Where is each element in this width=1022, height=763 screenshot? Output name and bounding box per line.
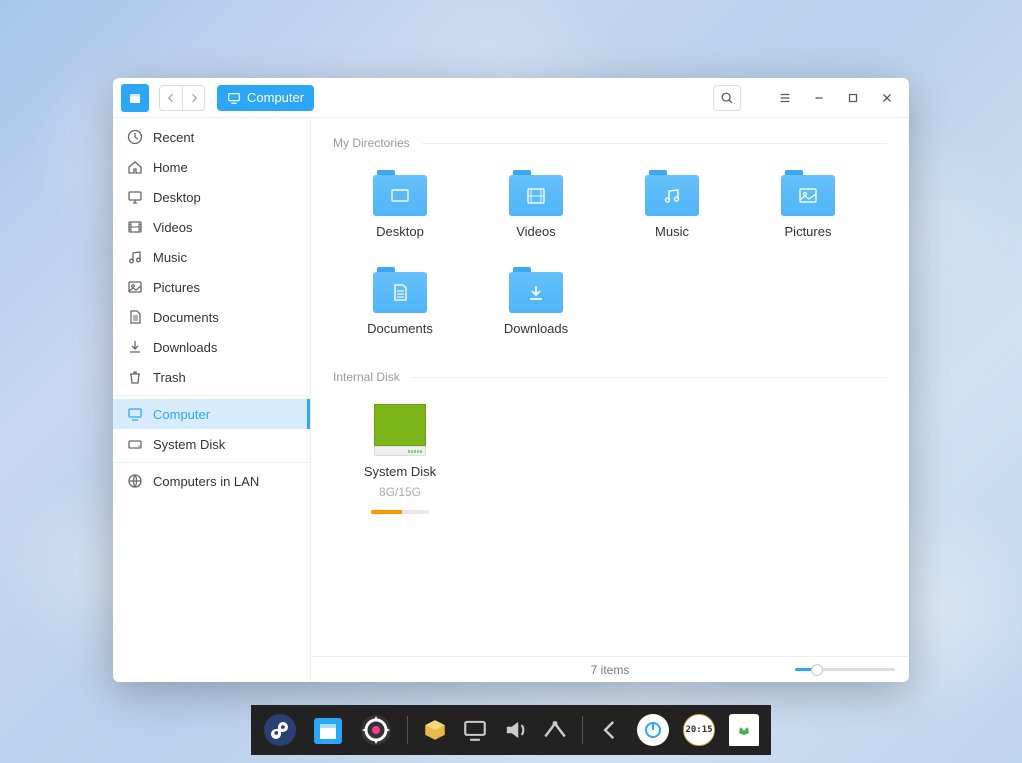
status-bar: 7 items [311, 656, 909, 682]
dock-tray-expand[interactable] [597, 717, 623, 743]
folder-documents[interactable]: Documents [333, 261, 467, 342]
app-icon [121, 84, 149, 112]
sidebar-item-recent[interactable]: Recent [113, 122, 310, 152]
dock-tray-package[interactable] [422, 717, 448, 743]
clock-icon [127, 129, 143, 145]
close-button[interactable] [873, 85, 901, 111]
folder-icon [509, 170, 563, 216]
back-button[interactable] [160, 86, 182, 110]
sidebar-item-label: Recent [153, 130, 194, 145]
sidebar-item-label: Computers in LAN [153, 474, 259, 489]
disk-icon [127, 436, 143, 452]
item-label: Videos [516, 224, 556, 239]
computer-icon [127, 406, 143, 422]
folder-desktop[interactable]: Desktop [333, 164, 467, 245]
sidebar-item-trash[interactable]: Trash [113, 362, 310, 392]
music-icon [127, 249, 143, 265]
dock-power[interactable] [637, 714, 669, 746]
folder-icon [373, 267, 427, 313]
zoom-slider[interactable] [795, 668, 895, 671]
folder-downloads[interactable]: Downloads [469, 261, 603, 342]
disk-usage-bar [371, 510, 429, 514]
item-label: System Disk [364, 464, 436, 479]
sidebar-item-pictures[interactable]: Pictures [113, 272, 310, 302]
sidebar-item-label: Computer [153, 407, 210, 422]
network-icon [127, 473, 143, 489]
desktop-icon [127, 189, 143, 205]
sidebar-item-computer[interactable]: Computer [113, 399, 310, 429]
dock-trash[interactable] [729, 714, 759, 746]
sidebar-item-downloads[interactable]: Downloads [113, 332, 310, 362]
search-button[interactable] [713, 85, 741, 111]
folder-icon [509, 267, 563, 313]
dock-tray-desktop[interactable] [462, 717, 488, 743]
sidebar-item-label: Pictures [153, 280, 200, 295]
disk-system-disk[interactable]: System Disk 8G/15G [333, 398, 467, 520]
sidebar-item-computers-in-lan[interactable]: Computers in LAN [113, 466, 310, 496]
section-label-directories: My Directories [333, 136, 410, 150]
sidebar-item-label: Downloads [153, 340, 217, 355]
sidebar: Recent Home Desktop Videos Music Pictures Docu… [113, 118, 311, 682]
sidebar-item-system-disk[interactable]: System Disk [113, 429, 310, 459]
folder-videos[interactable]: Videos [469, 164, 603, 245]
item-label: Music [655, 224, 689, 239]
dock-tray-network[interactable] [542, 717, 568, 743]
content-area: My Directories Desktop Videos Music Picture… [311, 118, 909, 682]
dock: 20:15 [251, 705, 771, 755]
sidebar-item-label: Music [153, 250, 187, 265]
file-manager-window: Computer Recent Home Desktop Videos Music Pic… [113, 78, 909, 682]
sidebar-item-label: Documents [153, 310, 219, 325]
download-icon [127, 339, 143, 355]
dock-settings[interactable] [359, 713, 393, 747]
section-label-disks: Internal Disk [333, 370, 400, 384]
forward-button[interactable] [182, 86, 204, 110]
titlebar: Computer [113, 78, 909, 118]
item-label: Downloads [504, 321, 568, 336]
trash-icon [127, 369, 143, 385]
home-icon [127, 159, 143, 175]
sidebar-item-music[interactable]: Music [113, 242, 310, 272]
disk-icon [374, 404, 426, 456]
folder-pictures[interactable]: Pictures [741, 164, 875, 245]
folder-icon [645, 170, 699, 216]
maximize-button[interactable] [839, 85, 867, 111]
breadcrumb-label: Computer [247, 90, 304, 105]
sidebar-item-label: System Disk [153, 437, 225, 452]
folder-music[interactable]: Music [605, 164, 739, 245]
sidebar-item-label: Trash [153, 370, 186, 385]
disk-usage: 8G/15G [379, 485, 421, 499]
menu-button[interactable] [771, 85, 799, 111]
dock-tray-volume[interactable] [502, 717, 528, 743]
item-label: Desktop [376, 224, 424, 239]
sidebar-item-label: Videos [153, 220, 193, 235]
dock-files[interactable] [311, 713, 345, 747]
sidebar-item-desktop[interactable]: Desktop [113, 182, 310, 212]
video-icon [127, 219, 143, 235]
item-label: Pictures [785, 224, 832, 239]
breadcrumb[interactable]: Computer [217, 85, 314, 111]
computer-icon [227, 91, 241, 105]
sidebar-item-label: Desktop [153, 190, 201, 205]
item-label: Documents [367, 321, 433, 336]
nav-buttons [159, 85, 205, 111]
minimize-button[interactable] [805, 85, 833, 111]
picture-icon [127, 279, 143, 295]
sidebar-item-label: Home [153, 160, 188, 175]
dock-clock[interactable]: 20:15 [683, 714, 715, 746]
item-count: 7 items [425, 663, 795, 677]
dock-launcher[interactable] [263, 713, 297, 747]
folder-icon [373, 170, 427, 216]
document-icon [127, 309, 143, 325]
sidebar-item-home[interactable]: Home [113, 152, 310, 182]
sidebar-item-documents[interactable]: Documents [113, 302, 310, 332]
sidebar-item-videos[interactable]: Videos [113, 212, 310, 242]
folder-icon [781, 170, 835, 216]
